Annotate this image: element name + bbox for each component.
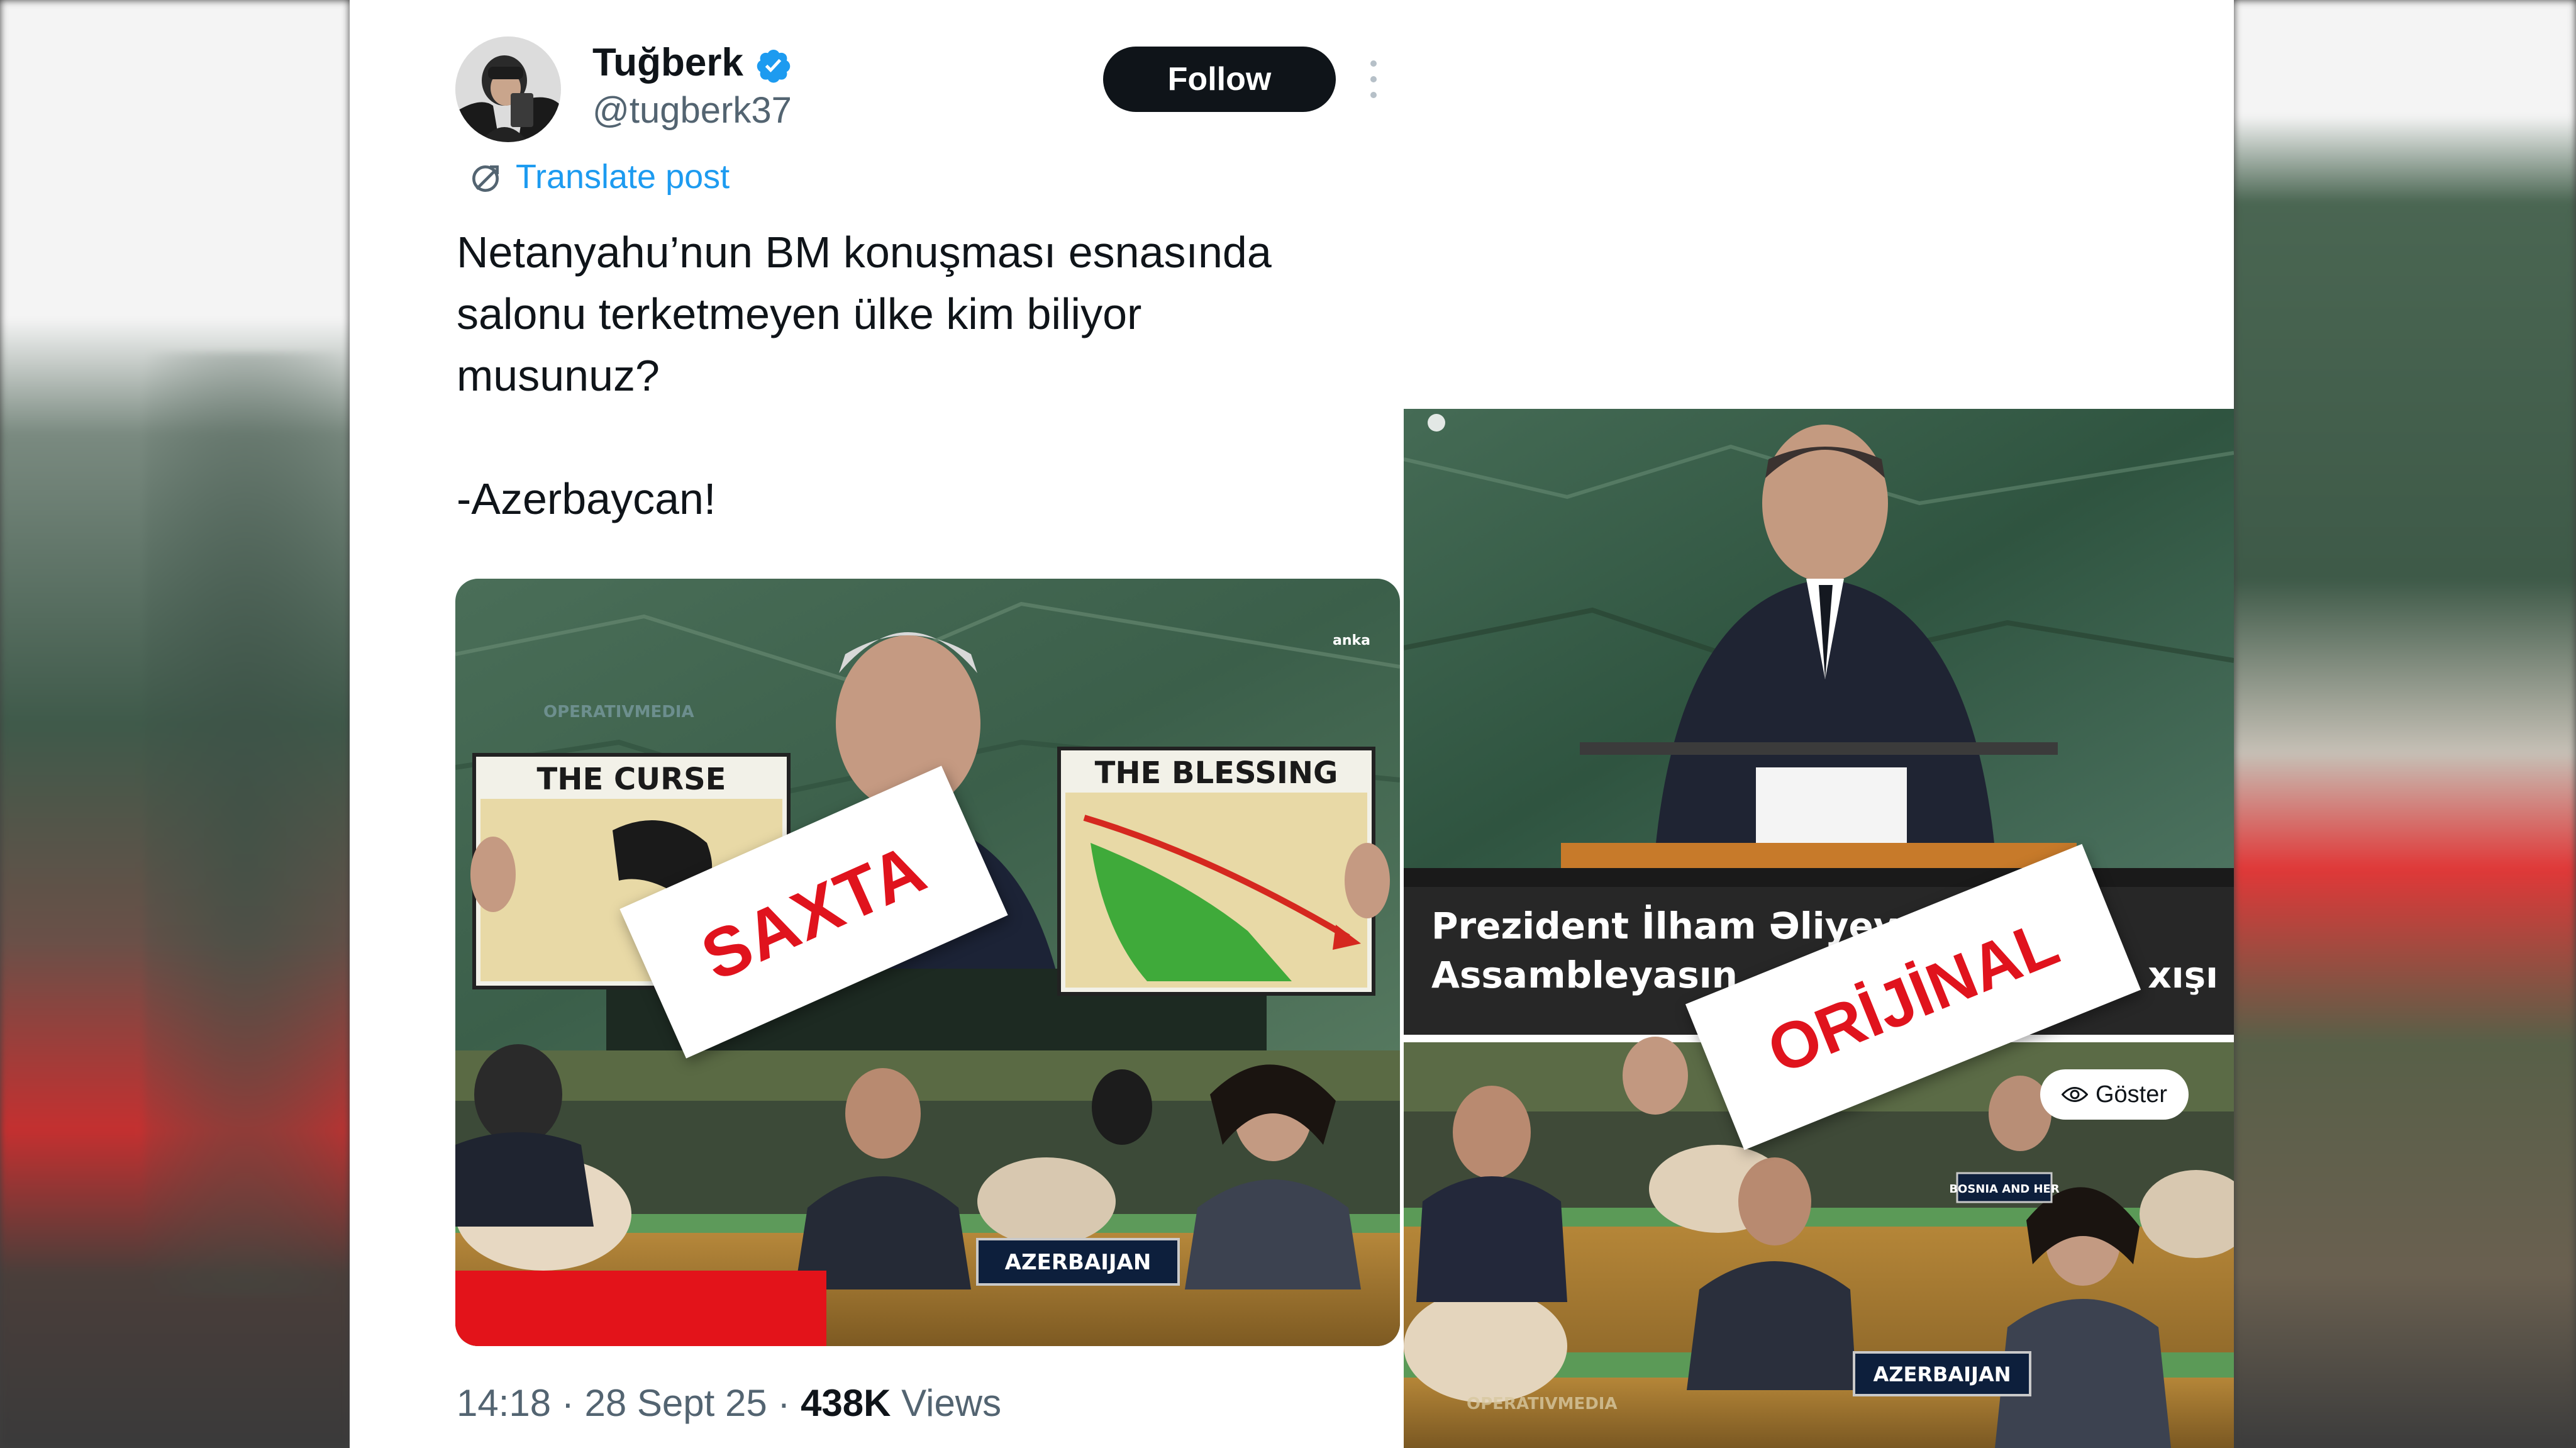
tweet-date[interactable]: 28 Sept 25 [584, 1382, 767, 1424]
tweet-text-spacer [457, 406, 1425, 468]
tweet-text-line: musunuz? [457, 351, 660, 400]
follow-button[interactable]: Follow [1103, 47, 1336, 112]
views-count: 438K [801, 1382, 891, 1424]
more-options-icon[interactable] [1366, 60, 1381, 98]
blurred-background-left [0, 0, 350, 1448]
caption-line-1: Prezident İlham Əliyev [1431, 904, 1897, 947]
sign-curse-text: THE CURSE [537, 762, 726, 797]
blurred-background-right [2234, 0, 2576, 1448]
nameplate-azerbaijan: AZERBAIJAN [1005, 1250, 1152, 1275]
display-name[interactable]: Tuğberk [592, 40, 743, 85]
tweet-text-line: Netanyahu’nun BM konuşması esnasında [457, 228, 1272, 277]
translate-post-link[interactable]: Translate post [516, 157, 730, 196]
tweet-time[interactable]: 14:18 [457, 1382, 551, 1424]
sign-blessing-text: THE BLESSING [1095, 755, 1338, 791]
media-image-original[interactable]: Prezident İlham Əliyev Assambleyasın xış… [1404, 409, 2234, 1448]
verified-badge-icon [757, 50, 791, 83]
translate-icon [472, 165, 499, 192]
watermark: OPERATIVMEDIA [1467, 1395, 1618, 1413]
tweet-meta: 14:18 · 28 Sept 25 · 438K Views [457, 1381, 1001, 1425]
tweet-text-line: -Azerbaycan! [457, 474, 716, 523]
nameplate-azerbaijan: AZERBAIJAN [1874, 1362, 2011, 1386]
caption-tail: xışı [2148, 954, 2218, 996]
show-media-button[interactable]: Göster [2040, 1069, 2189, 1120]
separator: · [777, 1382, 791, 1424]
show-media-label: Göster [2095, 1081, 2168, 1108]
caption-line-2: Assambleyasın [1431, 954, 1738, 996]
tweet-text-line: salonu terketmeyen ülke kim biliyor [457, 289, 1142, 338]
views-label: Views [901, 1382, 1002, 1424]
media-image-fake[interactable]: THE CURSE THE BLESSING anka OPERATIVMEDI… [455, 579, 1400, 1346]
nameplate-other: BOSNIA AND HER [1949, 1183, 2060, 1196]
tweet-text: Netanyahu’nun BM konuşması esnasında sal… [457, 221, 1425, 530]
channel-tag: anka [1333, 633, 1370, 649]
avatar[interactable] [455, 36, 561, 142]
separator: · [561, 1382, 574, 1424]
user-handle[interactable]: @tugberk37 [592, 89, 792, 131]
watermark: OPERATIVMEDIA [543, 703, 694, 721]
eye-icon [2061, 1087, 2088, 1102]
